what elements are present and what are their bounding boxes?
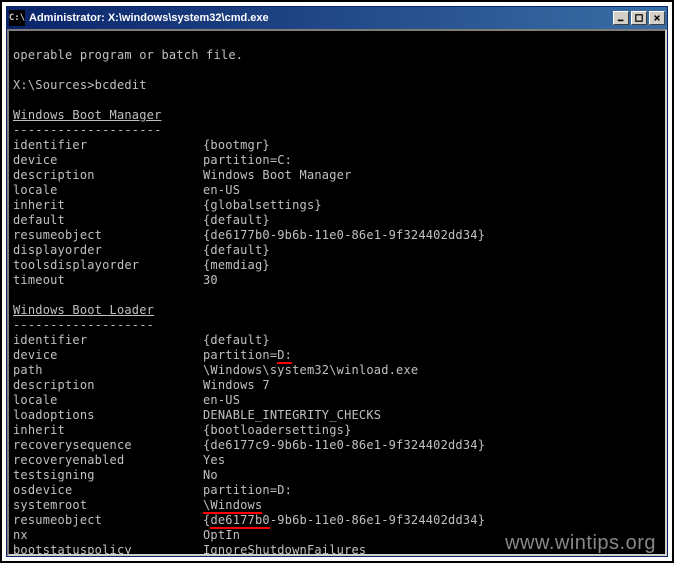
kv-key: resumeobject	[13, 228, 203, 243]
kv-val: {default}	[203, 243, 270, 257]
kv-val: Windows Boot Manager	[203, 168, 352, 182]
command: bcdedit	[95, 78, 147, 92]
kv-key: loadoptions	[13, 408, 203, 423]
cmd-icon: C:\	[9, 10, 25, 26]
kv-key: testsigning	[13, 468, 203, 483]
kv-key: locale	[13, 183, 203, 198]
kv-val: OptIn	[203, 528, 240, 542]
kv-val: partition=C:	[203, 153, 292, 167]
kv-val: Yes	[203, 453, 225, 467]
kv-key: description	[13, 168, 203, 183]
kv-val: {bootmgr}	[203, 138, 270, 152]
window-controls	[613, 11, 665, 25]
kv-val: \Windows\system32\winload.exe	[203, 363, 418, 377]
highlight: \Windows	[203, 498, 262, 514]
kv-val: IgnoreShutdownFailures	[203, 543, 366, 556]
console-output[interactable]: operable program or batch file. X:\Sourc…	[7, 29, 667, 556]
kv-val: {de6177c9-9b6b-11e0-86e1-9f324402dd34}	[203, 438, 485, 452]
kv-key: identifier	[13, 138, 203, 153]
kv-val: partition=D:	[203, 483, 292, 497]
section-header: Windows Boot Loader	[13, 303, 154, 317]
kv-key: inherit	[13, 423, 203, 438]
kv-key: toolsdisplayorder	[13, 258, 203, 273]
minimize-button[interactable]	[613, 11, 629, 25]
kv-key: timeout	[13, 273, 203, 288]
maximize-button[interactable]	[631, 11, 647, 25]
kv-key: default	[13, 213, 203, 228]
cmd-window: C:\ Administrator: X:\windows\system32\c…	[6, 6, 668, 557]
kv-val: -9b6b-11e0-86e1-9f324402dd34}	[270, 513, 485, 527]
kv-val: en-US	[203, 393, 240, 407]
kv-val: 30	[203, 273, 218, 287]
kv-key: inherit	[13, 198, 203, 213]
kv-val: DENABLE_INTEGRITY_CHECKS	[203, 408, 381, 422]
kv-key: identifier	[13, 333, 203, 348]
kv-val: {default}	[203, 333, 270, 347]
kv-key: path	[13, 363, 203, 378]
kv-key: nx	[13, 528, 203, 543]
kv-key: device	[13, 348, 203, 363]
kv-val: en-US	[203, 183, 240, 197]
kv-key: locale	[13, 393, 203, 408]
kv-val: {default}	[203, 213, 270, 227]
kv-key: osdevice	[13, 483, 203, 498]
close-button[interactable]	[649, 11, 665, 25]
kv-key: recoveryenabled	[13, 453, 203, 468]
kv-val: {de6177b0-9b6b-11e0-86e1-9f324402dd34}	[203, 228, 485, 242]
highlight: D:	[277, 348, 292, 364]
kv-key: resumeobject	[13, 513, 203, 528]
kv-val: Windows 7	[203, 378, 270, 392]
output-line: operable program or batch file.	[13, 48, 243, 62]
kv-key: bootstatuspolicy	[13, 543, 203, 556]
kv-key: systemroot	[13, 498, 203, 513]
prompt: X:\Sources>	[13, 78, 95, 92]
section-header: Windows Boot Manager	[13, 108, 162, 122]
titlebar[interactable]: C:\ Administrator: X:\windows\system32\c…	[7, 7, 667, 29]
kv-key: description	[13, 378, 203, 393]
window-title: Administrator: X:\windows\system32\cmd.e…	[29, 12, 613, 24]
highlight: de6177b0	[210, 513, 269, 529]
kv-val: {globalsettings}	[203, 198, 322, 212]
kv-val: No	[203, 468, 218, 482]
kv-key: device	[13, 153, 203, 168]
kv-val: partition=	[203, 348, 277, 362]
kv-val: {memdiag}	[203, 258, 270, 272]
kv-val: {bootloadersettings}	[203, 423, 352, 437]
kv-key: displayorder	[13, 243, 203, 258]
kv-key: recoverysequence	[13, 438, 203, 453]
